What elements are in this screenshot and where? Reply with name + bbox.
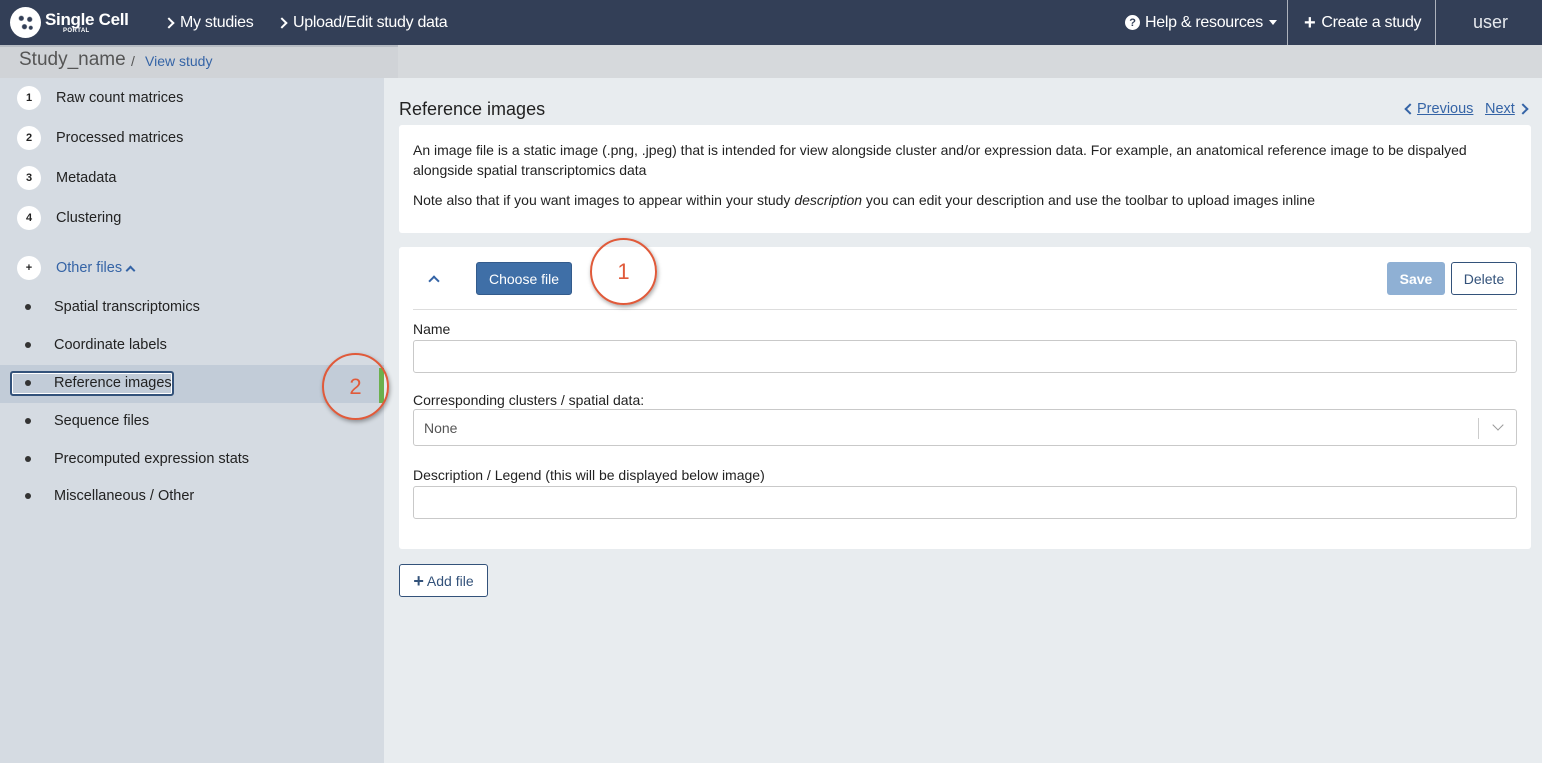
chevron-right-icon [276,16,288,29]
sidebar-item-label: Sequence files [54,413,150,429]
chevron-up-icon [125,265,136,275]
add-file-label: Add file [426,572,474,589]
page-title: Reference images [399,99,546,119]
clusters-select[interactable]: None [413,409,1517,446]
upload-wizard-sidebar: 1 Raw count matrices 2 Processed matrice… [0,78,384,763]
step-label: Metadata [56,170,117,186]
sidebar-step-raw-count-matrices[interactable]: 1 Raw count matrices [17,86,183,110]
sidebar-item-coordinate-labels[interactable]: Coordinate labels [25,334,167,356]
bullet-icon [25,342,31,348]
create-study-link[interactable]: + Create a study [1304,0,1422,45]
nav-divider [1435,0,1436,45]
sidebar-item-miscellaneous-other[interactable]: Miscellaneous / Other [25,485,194,507]
name-field[interactable] [413,340,1517,373]
info-text-note: Note also that if you want images to app… [413,192,1315,208]
sidebar-item-label: Reference images [54,375,172,391]
breadcrumb: Study_name / View study [0,45,1542,78]
delete-button[interactable]: Delete [1451,262,1517,295]
info-panel: An image file is a static image (.png, .… [399,125,1531,233]
previous-link[interactable]: Previous [1404,101,1474,117]
clusters-label: Corresponding clusters / spatial data: [413,392,645,408]
bullet-icon [25,304,31,310]
view-study-link[interactable]: View study [145,53,212,69]
clusters-select-value: None [424,420,458,436]
image-file-form: Choose file Save Delete Name Correspondi… [399,247,1531,549]
bullet-icon [25,456,31,462]
user-label: user [1473,12,1509,32]
save-button[interactable]: Save [1387,262,1445,295]
single-cell-logo-icon [10,6,41,38]
caret-down-icon [1268,20,1277,25]
bullet-icon [25,493,31,499]
sidebar-item-spatial-transcriptomics[interactable]: Spatial transcriptomics [25,296,200,318]
question-circle-icon: ? [1125,15,1140,30]
nav-upload-edit-label: Upload/Edit study data [293,13,448,31]
step-label: Raw count matrices [56,90,184,106]
chevron-left-icon [1404,103,1416,115]
other-files-label: Other files [56,260,123,276]
name-label: Name [413,321,451,337]
info-text-image-file: An image file is a static image (.png, .… [413,142,1467,178]
chevron-down-icon [1492,419,1504,431]
user-menu[interactable]: user [1473,0,1508,45]
step-label: Clustering [56,210,122,226]
callout-number: 2 [349,373,362,399]
form-divider [413,309,1517,310]
sidebar-step-metadata[interactable]: 3 Metadata [17,166,116,190]
select-divider [1478,418,1479,439]
step-number: 1 [17,86,41,110]
plus-icon: + [17,256,41,280]
step-number: 3 [17,166,41,190]
next-link[interactable]: Next [1485,101,1529,117]
help-resources-label: Help & resources [1145,13,1263,31]
study-name: Study_name [19,49,126,70]
logo-subtitle: PORTAL [63,27,90,34]
plus-icon: + [413,570,424,591]
chevron-up-icon[interactable] [428,274,440,286]
step-number: 4 [17,206,41,230]
sidebar-step-clustering[interactable]: 4 Clustering [17,206,121,230]
callout-number: 1 [617,258,630,284]
next-label: Next [1485,101,1515,117]
chevron-right-icon [1517,103,1529,115]
breadcrumb-separator: / [131,53,135,69]
description-label: Description / Legend (this will be displ… [413,467,765,483]
bullet-icon [25,418,31,424]
sidebar-item-label: Spatial transcriptomics [54,299,200,315]
sidebar-other-files-toggle[interactable]: + Other files [17,256,136,280]
sidebar-item-precomputed-expression-stats[interactable]: Precomputed expression stats [25,448,249,470]
nav-my-studies[interactable]: My studies [163,0,254,45]
bullet-icon [25,380,31,386]
sidebar-item-label: Precomputed expression stats [54,451,250,467]
sidebar-step-processed-matrices[interactable]: 2 Processed matrices [17,126,183,150]
nav-upload-edit[interactable]: Upload/Edit study data [276,0,448,45]
step-label: Processed matrices [56,130,184,146]
sidebar-item-label: Coordinate labels [54,337,167,353]
portal-logo[interactable]: Single Cell PORTAL [10,5,129,39]
plus-icon: + [1304,11,1316,34]
sidebar-item-label: Miscellaneous / Other [54,488,195,504]
choose-file-button[interactable]: Choose file [476,262,572,295]
create-study-label: Create a study [1321,13,1422,31]
annotation-callout-2: 2 [322,353,389,420]
top-navbar: Single Cell PORTAL My studies Upload/Edi… [0,0,1542,45]
sidebar-item-sequence-files[interactable]: Sequence files [25,410,149,432]
step-number: 2 [17,126,41,150]
nav-my-studies-label: My studies [180,13,254,31]
add-file-button[interactable]: + Add file [399,564,488,597]
help-resources-menu[interactable]: ? Help & resources [1125,0,1277,45]
logo-title: Single Cell [45,9,129,29]
chevron-right-icon [163,16,175,29]
sidebar-item-reference-images[interactable]: Reference images [25,372,172,394]
description-field[interactable] [413,486,1517,519]
nav-divider [1287,0,1288,45]
previous-label: Previous [1417,101,1474,117]
annotation-callout-1: 1 [590,238,657,305]
